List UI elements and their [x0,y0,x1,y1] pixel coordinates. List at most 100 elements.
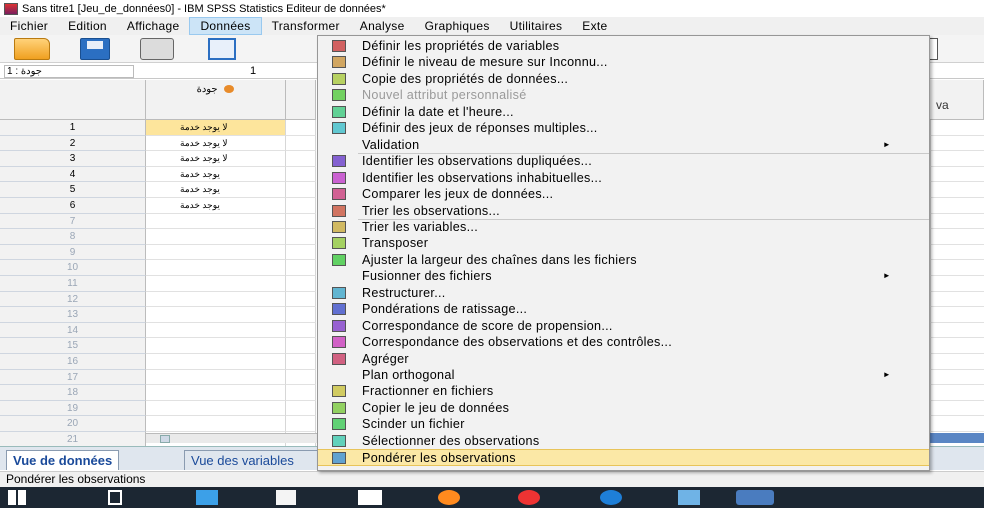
menu-item[interactable]: Pondérations de ratissage... [318,301,929,318]
data-cell[interactable] [930,369,984,386]
menu-donnees[interactable]: Données [189,17,262,35]
data-cell[interactable] [930,275,984,292]
data-cell[interactable] [146,353,286,370]
row-number[interactable]: 18 [0,385,146,401]
row-number[interactable]: 19 [0,400,146,417]
data-cell[interactable] [286,353,316,370]
horizontal-scrollbar-right[interactable] [930,433,984,443]
data-cell[interactable]: يوجد خدمة [146,197,286,214]
data-cell[interactable] [146,338,286,354]
row-number[interactable]: 9 [0,244,146,261]
data-cell[interactable] [146,229,286,245]
menu-item[interactable]: Validation ► [318,137,929,154]
data-cell[interactable]: يوجد خدمة [146,166,286,183]
menu-edition[interactable]: Edition [58,17,117,35]
row-number[interactable]: 3 [0,151,146,167]
data-cell[interactable] [146,385,286,401]
data-cell[interactable] [286,197,316,214]
recall-dialog-icon[interactable] [208,38,236,60]
row-number[interactable]: 12 [0,291,146,308]
menu-item[interactable]: Identifier les observations inhabituelle… [318,170,929,187]
photos-icon[interactable] [678,490,700,505]
data-cell[interactable] [286,166,316,183]
row-number[interactable]: 17 [0,369,146,386]
data-cell[interactable] [930,307,984,323]
data-cell[interactable] [286,322,316,339]
tab-variable-view[interactable]: Vue des variables [184,450,318,470]
menu-extensions[interactable]: Exte [572,17,617,35]
data-cell[interactable] [930,244,984,261]
store-icon[interactable] [276,490,296,505]
print-icon[interactable] [140,38,174,60]
row-number[interactable]: 20 [0,416,146,432]
column-header-blank[interactable] [286,80,316,120]
menu-item[interactable]: Scinder un fichier [318,416,929,433]
menu-item[interactable]: Agréger [318,351,929,368]
row-number[interactable]: 16 [0,353,146,370]
mail-icon[interactable] [358,490,382,505]
data-cell[interactable] [286,244,316,261]
save-icon[interactable] [80,38,110,60]
task-view-icon[interactable] [108,490,122,505]
row-number[interactable]: 11 [0,275,146,292]
data-cell[interactable] [286,120,316,136]
menu-item[interactable]: Copie des propriétés de données... [318,71,929,88]
menu-item[interactable]: Trier les variables... [318,219,929,236]
menu-fichier[interactable]: Fichier [0,17,58,35]
data-cell[interactable] [146,291,286,308]
data-cell[interactable] [930,135,984,152]
data-cell[interactable] [146,307,286,323]
data-cell[interactable] [286,260,316,276]
menu-item[interactable]: Pondérer les observations [318,449,929,466]
row-number[interactable]: 10 [0,260,146,276]
cell-reference-field[interactable]: جودة : 1 [4,65,134,78]
menu-item[interactable]: Fusionner des fichiers ► [318,268,929,285]
horizontal-scrollbar[interactable] [146,433,321,443]
data-cell[interactable] [930,182,984,198]
data-cell[interactable] [146,260,286,276]
data-cell[interactable]: لا يوجد خدمة [146,135,286,152]
data-cell[interactable]: لا يوجد خدمة [146,151,286,167]
data-cell[interactable] [286,229,316,245]
data-cell[interactable] [286,307,316,323]
row-number[interactable]: 1 [0,120,146,136]
spss-taskbar-icon[interactable] [736,490,774,505]
data-cell[interactable] [146,416,286,432]
data-cell[interactable] [930,322,984,339]
firefox-icon[interactable] [438,490,460,505]
menu-item[interactable]: Restructurer... [318,285,929,302]
column-header-quality[interactable]: جودة [146,80,286,120]
row-number[interactable]: 5 [0,182,146,198]
data-cell[interactable] [930,213,984,230]
data-cell[interactable] [146,400,286,417]
windows-start-icon[interactable] [8,490,26,505]
data-cell[interactable] [930,353,984,370]
menu-item[interactable]: Correspondance de score de propension... [318,318,929,335]
menu-item[interactable]: Définir les propriétés de variables [318,38,929,55]
menu-item[interactable]: Transposer [318,235,929,252]
data-cell[interactable] [146,213,286,230]
menu-item[interactable]: Ajuster la largeur des chaînes dans les … [318,252,929,269]
data-cell[interactable] [286,416,316,432]
row-number[interactable]: 2 [0,135,146,152]
data-cell[interactable] [146,322,286,339]
data-cell[interactable] [286,291,316,308]
menu-item[interactable]: Copier le jeu de données [318,400,929,417]
menu-item[interactable]: Identifier les observations dupliquées..… [318,153,929,170]
row-number[interactable]: 15 [0,338,146,354]
data-cell[interactable] [286,275,316,292]
menu-item[interactable]: Définir le niveau de mesure sur Inconnu.… [318,54,929,71]
data-cell[interactable] [930,260,984,276]
data-cell[interactable] [286,213,316,230]
cell-value-field[interactable]: 1 [250,65,256,77]
data-cell[interactable] [930,166,984,183]
menu-utilitaires[interactable]: Utilitaires [500,17,573,35]
data-cell[interactable]: لا يوجد خدمة [146,120,286,136]
data-cell[interactable] [286,182,316,198]
data-cell[interactable] [286,135,316,152]
file-explorer-icon[interactable] [196,490,218,505]
menu-item[interactable]: Trier les observations... [318,203,929,220]
chrome-icon[interactable] [518,490,540,505]
data-cell[interactable] [286,151,316,167]
row-number[interactable]: 6 [0,197,146,214]
